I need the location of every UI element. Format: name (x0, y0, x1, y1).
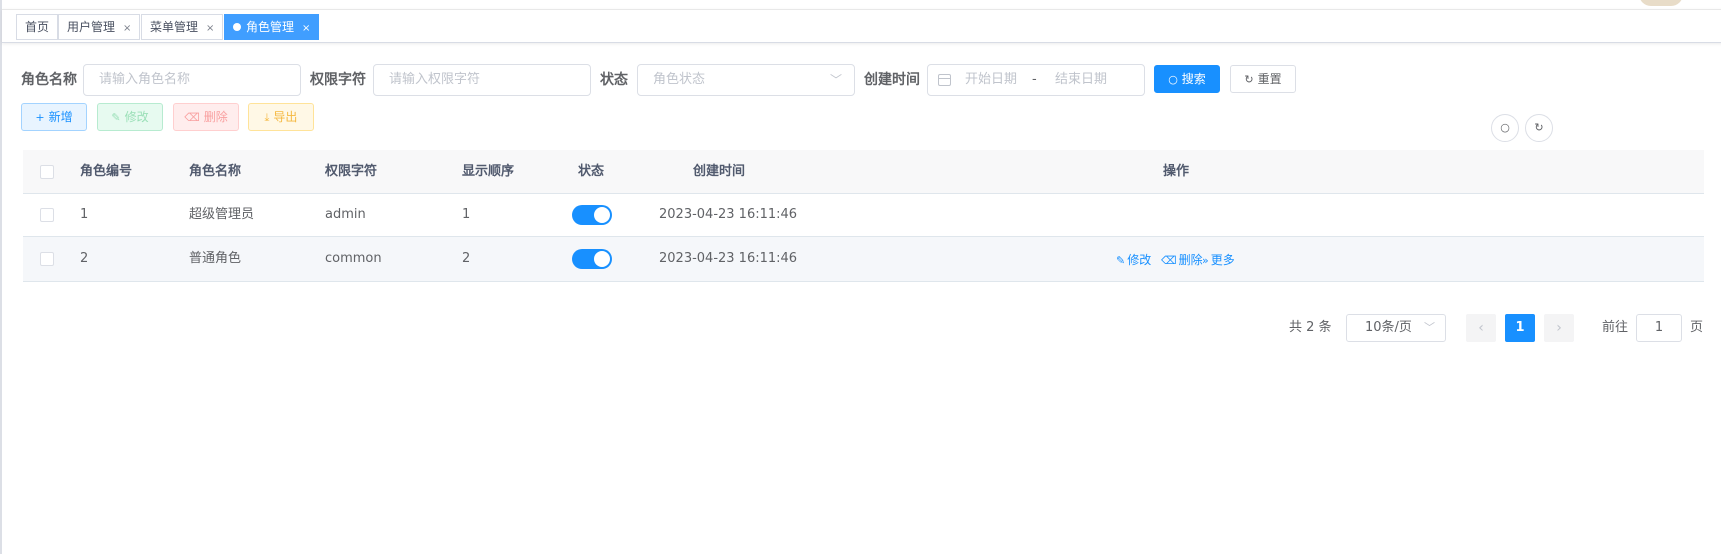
chevron-left-icon: ‹ (1478, 320, 1484, 336)
page-unit-label: 页 (1690, 320, 1704, 335)
delete-button[interactable]: ⌫ 删除 (173, 103, 239, 131)
double-chevron-right-icon: » (1202, 254, 1209, 267)
refresh-button[interactable]: ↻ (1525, 114, 1553, 142)
export-button-label: 导出 (273, 110, 298, 124)
row-checkbox[interactable] (40, 208, 54, 222)
role-name: 超级管理员 (189, 207, 255, 222)
row-edit-button[interactable]: ✎ 修改 (1116, 251, 1151, 268)
date-range-picker[interactable]: 开始日期 - 结束日期 (927, 64, 1145, 96)
role-id: 2 (80, 251, 89, 266)
refresh-icon: ↻ (1534, 121, 1544, 134)
status-switch[interactable] (572, 205, 612, 225)
pagination-total: 共 2 条 (1289, 320, 1332, 335)
created-time: 2023-04-23 16:11:46 (659, 251, 798, 266)
search-button-label: 搜索 (1181, 72, 1206, 86)
created-time: 2023-04-23 16:11:46 (659, 207, 798, 222)
column-header[interactable]: 操作 (1163, 150, 1189, 194)
trash-icon: ⌫ (184, 111, 200, 124)
select-all-checkbox[interactable] (40, 165, 54, 179)
goto-label: 前往 (1602, 320, 1629, 335)
reset-button[interactable]: ↻ 重置 (1230, 65, 1296, 93)
page-size-select[interactable]: 10条/页 ﹀ (1346, 314, 1446, 342)
column-header[interactable]: 角色名称 (189, 150, 241, 194)
chevron-right-icon: › (1556, 320, 1562, 336)
chevron-down-icon: ﹀ (829, 73, 842, 87)
close-icon[interactable]: × (302, 23, 310, 34)
refresh-icon: ↻ (1244, 73, 1254, 86)
search-button[interactable]: ○ 搜索 (1154, 65, 1220, 93)
edit-button[interactable]: ✎ 修改 (97, 103, 163, 131)
table-row[interactable]: 1 超级管理员 admin 1 2023-04-23 16:11:46 (23, 194, 1704, 237)
end-date-input[interactable]: 结束日期 (1055, 65, 1107, 95)
calendar-icon (938, 74, 951, 86)
add-button-label: 新增 (48, 110, 73, 124)
column-header[interactable]: 状态 (578, 150, 604, 194)
active-dot-icon (233, 23, 241, 31)
status-switch[interactable] (572, 249, 612, 269)
avatar[interactable] (1639, 0, 1683, 6)
page-number-current[interactable]: 1 (1505, 314, 1535, 342)
goto-page-input[interactable]: 1 (1636, 314, 1682, 342)
column-header[interactable]: 角色编号 (80, 150, 132, 194)
toggle-search-button[interactable]: ○ (1491, 114, 1519, 142)
tag-label: 角色管理 (246, 20, 295, 34)
edit-icon: ✎ (111, 111, 121, 124)
column-header[interactable]: 创建时间 (693, 150, 745, 194)
close-icon[interactable]: × (206, 23, 214, 34)
role-name-label: 角色名称 (21, 72, 77, 88)
status-select[interactable]: 角色状态 ﹀ (637, 64, 855, 96)
status-label: 状态 (600, 72, 628, 88)
role-key-placeholder: 请输入权限字符 (389, 72, 481, 87)
tag-label: 用户管理 (67, 20, 116, 34)
role-name-placeholder: 请输入角色名称 (99, 72, 191, 87)
role-key-label: 权限字符 (310, 72, 366, 88)
role-key-input[interactable]: 请输入权限字符 (373, 64, 591, 96)
page: 首页 用户管理 × 菜单管理 × 角色管理 × 角色名称 请输入角色名称 权限字符 请… (0, 0, 1721, 554)
table-row[interactable]: 2 普通角色 common 2 2023-04-23 16:11:46 ✎ 修改 … (23, 237, 1704, 282)
plus-icon: + (35, 111, 45, 124)
role-sort: 2 (462, 251, 471, 266)
row-more-button[interactable]: » 更多 (1202, 251, 1235, 268)
role-key: common (325, 251, 382, 266)
role-name: 普通角色 (189, 251, 242, 266)
row-more-label: 更多 (1210, 253, 1235, 267)
trash-icon: ⌫ (1161, 254, 1177, 267)
row-delete-button[interactable]: ⌫ 删除 (1161, 251, 1203, 268)
reset-button-label: 重置 (1257, 72, 1282, 86)
next-page-button[interactable]: › (1544, 314, 1574, 342)
tag-role-management[interactable]: 角色管理 × (224, 14, 320, 40)
row-edit-label: 修改 (1127, 253, 1152, 267)
tag-menu-management[interactable]: 菜单管理 × (141, 14, 224, 40)
row-checkbox[interactable] (40, 252, 54, 266)
role-sort: 1 (462, 207, 471, 222)
range-separator: - (1032, 72, 1037, 87)
export-button[interactable]: ⤓ 导出 (248, 103, 314, 131)
column-header[interactable]: 权限字符 (325, 150, 377, 194)
tag-user-management[interactable]: 用户管理 × (58, 14, 141, 40)
edit-button-label: 修改 (124, 110, 149, 124)
search-icon: ○ (1500, 121, 1510, 134)
tag-label: 首页 (25, 20, 50, 34)
role-id: 1 (80, 207, 89, 222)
add-button[interactable]: + 新增 (21, 103, 87, 131)
download-icon: ⤓ (264, 111, 270, 124)
chevron-down-icon: ﹀ (1424, 321, 1435, 334)
edit-icon: ✎ (1116, 254, 1126, 267)
delete-button-label: 删除 (203, 110, 228, 124)
tag-home[interactable]: 首页 (16, 14, 59, 40)
table-header: 角色编号 角色名称 权限字符 显示顺序 状态 创建时间 操作 (23, 150, 1704, 194)
page-size-value: 10条/页 (1365, 320, 1412, 335)
search-icon: ○ (1168, 73, 1178, 86)
prev-page-button[interactable]: ‹ (1466, 314, 1496, 342)
close-icon[interactable]: × (123, 23, 131, 34)
column-header[interactable]: 显示顺序 (462, 150, 514, 194)
tag-label: 菜单管理 (150, 20, 199, 34)
created-time-label: 创建时间 (864, 72, 920, 88)
role-name-input[interactable]: 请输入角色名称 (83, 64, 301, 96)
status-placeholder: 角色状态 (653, 72, 706, 87)
row-delete-label: 删除 (1178, 253, 1203, 267)
tags-view-bar: 首页 用户管理 × 菜单管理 × 角色管理 × (2, 9, 1721, 43)
role-key: admin (325, 207, 366, 222)
start-date-input[interactable]: 开始日期 (965, 65, 1017, 95)
